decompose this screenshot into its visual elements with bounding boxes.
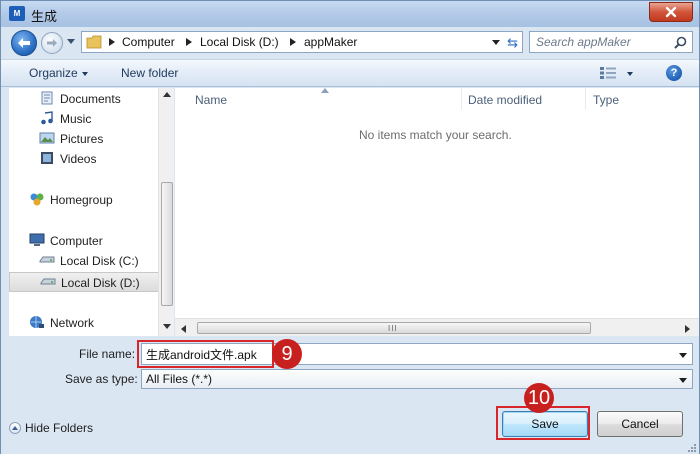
arrow-right-icon <box>47 39 57 47</box>
nav-item-homegroup[interactable]: Homegroup <box>9 190 164 210</box>
network-icon <box>30 316 44 328</box>
computer-icon <box>29 233 45 246</box>
search-box[interactable] <box>529 31 693 53</box>
horizontal-scroll-thumb[interactable]: III <box>197 322 591 334</box>
column-header-type[interactable]: Type <box>593 93 619 107</box>
view-options-icon[interactable] <box>599 66 617 80</box>
scroll-left-icon[interactable] <box>181 325 186 333</box>
window-title: 生成 <box>31 9 58 24</box>
search-icon[interactable] <box>674 36 687 49</box>
scroll-up-icon[interactable] <box>163 92 171 97</box>
refresh-icon[interactable]: ⇆ <box>507 35 518 51</box>
recent-pages-dropdown-icon[interactable] <box>67 39 75 45</box>
hide-folders-label: Hide Folders <box>25 421 94 435</box>
hide-folders-button[interactable]: Hide Folders <box>9 421 93 435</box>
arrow-left-icon <box>18 38 30 48</box>
nav-item-computer[interactable]: Computer <box>9 231 164 251</box>
nav-item-network[interactable]: Network <box>9 313 164 333</box>
breadcrumb-local-disk-d[interactable]: Local Disk (D:) <box>200 35 279 49</box>
navigation-scroll-thumb[interactable] <box>161 182 173 306</box>
pictures-icon <box>39 132 55 144</box>
navigation-pane: Documents Music Pictures Videos Homegrou… <box>9 88 174 336</box>
search-input[interactable] <box>536 35 666 49</box>
resize-grip-icon[interactable] <box>687 443 697 453</box>
sort-ascending-icon <box>321 88 329 93</box>
nav-item-pictures[interactable]: Pictures <box>9 129 164 149</box>
step-badge-save: 10 <box>524 383 554 413</box>
file-list-horizontal-scrollbar[interactable]: III <box>175 318 699 336</box>
nav-item-music[interactable]: Music <box>9 109 164 129</box>
step-badge-filename: 9 <box>272 339 302 369</box>
homegroup-icon <box>30 193 44 206</box>
music-icon <box>41 111 53 125</box>
cancel-button[interactable]: Cancel <box>597 411 683 437</box>
collapse-up-icon <box>9 422 21 434</box>
scroll-right-icon[interactable] <box>685 325 690 333</box>
close-icon <box>665 6 677 18</box>
breadcrumb-chevron-icon[interactable] <box>109 38 115 46</box>
close-button[interactable] <box>649 2 693 22</box>
documents-icon <box>41 91 53 105</box>
save-as-type-label: Save as type: <box>65 372 138 386</box>
drive-icon <box>40 278 56 285</box>
chevron-down-icon[interactable] <box>679 378 687 383</box>
save-dialog-window: M 生成 Computer Local Disk (D:) appMaker ⇆… <box>0 0 700 454</box>
organize-button[interactable]: Organize <box>29 66 88 80</box>
column-separator[interactable] <box>461 88 462 110</box>
organize-label: Organize <box>29 66 78 80</box>
scroll-grip-icon: III <box>388 324 398 333</box>
file-list-pane[interactable]: Name Date modified Type No items match y… <box>175 88 699 318</box>
save-as-type-select[interactable]: All Files (*.*) <box>141 369 693 389</box>
address-bar[interactable]: Computer Local Disk (D:) appMaker ⇆ <box>81 31 523 53</box>
nav-item-local-disk-d[interactable]: Local Disk (D:) <box>9 272 164 292</box>
drive-icon <box>39 256 55 263</box>
address-row: Computer Local Disk (D:) appMaker ⇆ <box>1 27 699 57</box>
filename-highlight-box <box>137 340 274 368</box>
column-separator[interactable] <box>585 88 586 110</box>
new-folder-button[interactable]: New folder <box>121 66 178 80</box>
back-button[interactable] <box>11 30 37 56</box>
breadcrumb-chevron-icon[interactable] <box>290 38 296 46</box>
scroll-down-icon[interactable] <box>163 324 171 329</box>
help-icon[interactable]: ? <box>666 65 682 81</box>
chevron-down-icon <box>81 71 88 76</box>
app-icon: M <box>9 6 25 21</box>
file-name-label: File name: <box>79 347 136 361</box>
view-dropdown-icon[interactable] <box>627 72 633 76</box>
empty-results-message: No items match your search. <box>359 128 512 142</box>
folder-icon <box>86 35 102 49</box>
chevron-down-icon[interactable] <box>679 353 687 358</box>
title-bar[interactable]: M 生成 <box>1 1 699 27</box>
save-as-type-value: All Files (*.*) <box>146 372 213 386</box>
nav-item-videos[interactable]: Videos <box>9 149 164 169</box>
videos-icon <box>41 152 53 164</box>
navigation-scrollbar[interactable] <box>158 88 174 336</box>
column-header-date-modified[interactable]: Date modified <box>468 93 542 107</box>
nav-item-local-disk-c[interactable]: Local Disk (C:) <box>9 251 164 271</box>
save-options-panel: File name: Save as type: All Files (*.*)… <box>1 337 699 454</box>
column-header-name[interactable]: Name <box>195 93 227 107</box>
address-dropdown-icon[interactable] <box>492 40 500 45</box>
breadcrumb-appmaker[interactable]: appMaker <box>304 35 357 49</box>
breadcrumb-chevron-icon[interactable] <box>186 38 192 46</box>
forward-button[interactable] <box>41 32 63 54</box>
command-toolbar: Organize New folder ? <box>1 59 699 87</box>
breadcrumb-computer[interactable]: Computer <box>122 35 175 49</box>
nav-item-documents[interactable]: Documents <box>9 89 164 109</box>
